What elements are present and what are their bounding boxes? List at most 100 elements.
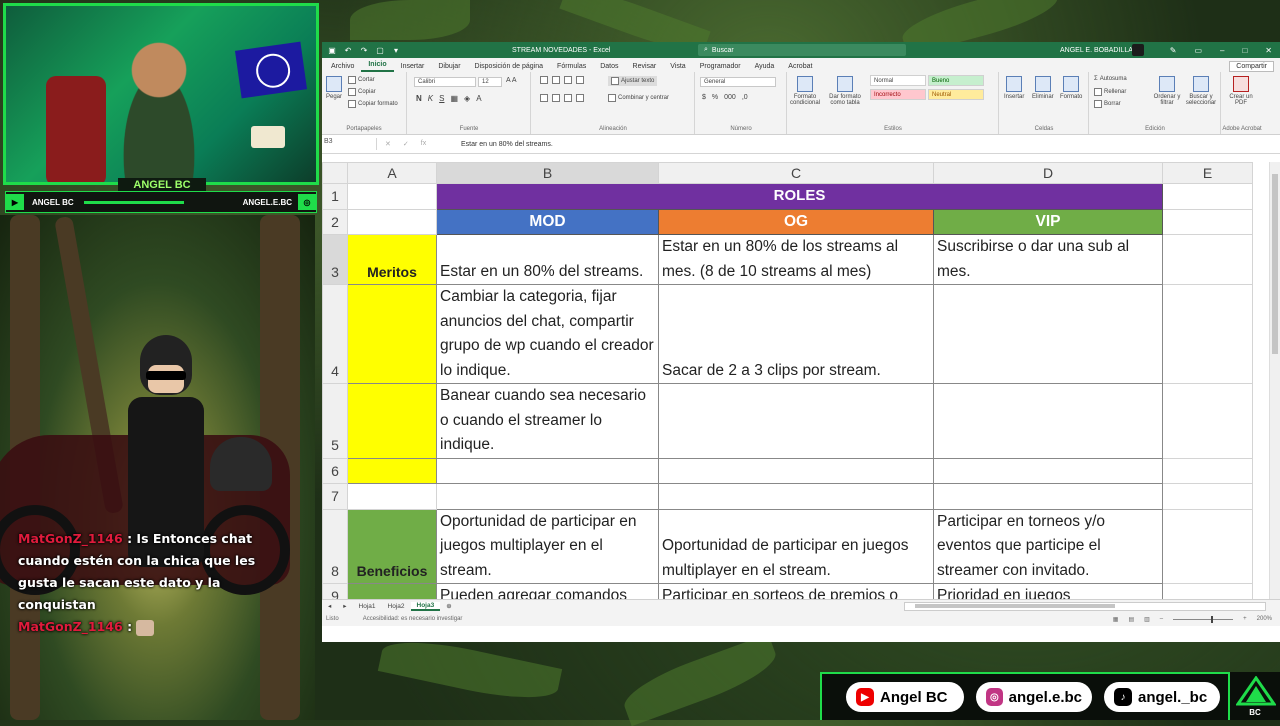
- zoom-in-icon[interactable]: +: [1243, 616, 1247, 622]
- normal-view-icon[interactable]: ▦: [1113, 616, 1119, 623]
- style-neutral[interactable]: Neutral: [928, 89, 984, 100]
- cell-a4[interactable]: [347, 284, 437, 384]
- cell-c3[interactable]: Estar en un 80% de los streams al mes. (…: [658, 234, 934, 285]
- font-size-select[interactable]: 12: [478, 77, 502, 87]
- row-header[interactable]: 7: [322, 483, 348, 510]
- cell-e4[interactable]: [1162, 284, 1253, 384]
- select-all[interactable]: [322, 162, 348, 184]
- spreadsheet-grid[interactable]: A B C D E 1 ROLES 2 MOD OG VIP 3 Meritos…: [322, 162, 1280, 599]
- style-bueno[interactable]: Bueno: [928, 75, 984, 86]
- function-icon[interactable]: fx: [421, 140, 426, 148]
- column-header[interactable]: B: [436, 162, 659, 184]
- tab-dibujar[interactable]: Dibujar: [431, 63, 467, 72]
- cell-a1[interactable]: [347, 183, 437, 210]
- align-top-icon[interactable]: [540, 76, 548, 84]
- scroll-thumb[interactable]: [915, 603, 1115, 608]
- customize-icon[interactable]: ▾: [392, 46, 400, 55]
- style-incorrecto[interactable]: Incorrecto: [870, 89, 926, 100]
- column-header[interactable]: C: [658, 162, 934, 184]
- cell-meritos[interactable]: Meritos: [347, 234, 437, 285]
- italic-button[interactable]: K: [428, 94, 433, 103]
- tab-formulas[interactable]: Fórmulas: [550, 63, 593, 72]
- tab-revisar[interactable]: Revisar: [626, 63, 664, 72]
- sheet-nav-left-icon[interactable]: ◂: [322, 602, 337, 610]
- currency-icon[interactable]: $: [702, 94, 706, 101]
- cell-vip[interactable]: VIP: [933, 208, 1163, 235]
- tab-vista[interactable]: Vista: [663, 63, 692, 72]
- accessibility-status[interactable]: Accesibilidad: es necesario investigar: [363, 616, 463, 622]
- add-sheet-icon[interactable]: ⊕: [440, 602, 457, 610]
- cell-b9[interactable]: Pueden agregar comandos: [436, 583, 659, 599]
- zoom-level[interactable]: 200%: [1257, 616, 1272, 622]
- style-normal[interactable]: Normal: [870, 75, 926, 86]
- sheet-nav-right-icon[interactable]: ▸: [337, 602, 352, 610]
- close-icon[interactable]: ✕: [1265, 46, 1272, 55]
- undo-icon[interactable]: ↶: [344, 46, 352, 55]
- fill-button[interactable]: Rellenar: [1094, 88, 1126, 96]
- row-header[interactable]: 1: [322, 183, 348, 210]
- maximize-icon[interactable]: □: [1242, 46, 1247, 55]
- horizontal-scrollbar[interactable]: [904, 601, 1266, 611]
- paste-button[interactable]: Pegar: [326, 76, 342, 100]
- formula-input[interactable]: Estar en un 80% del streams.: [455, 141, 553, 148]
- tab-datos[interactable]: Datos: [593, 63, 625, 72]
- avatar[interactable]: [1132, 44, 1144, 56]
- create-pdf-button[interactable]: Crear un PDF: [1226, 76, 1256, 106]
- cell-c6[interactable]: [658, 457, 934, 484]
- row-header[interactable]: 6: [322, 457, 348, 484]
- tab-archivo[interactable]: Archivo: [324, 63, 361, 72]
- wrap-text-button[interactable]: Ajustar texto: [608, 76, 658, 86]
- align-right-icon[interactable]: [564, 94, 572, 102]
- cell-og[interactable]: OG: [658, 208, 934, 235]
- cell-b4[interactable]: Cambiar la categoria, fijar anuncios del…: [436, 284, 659, 384]
- cell-e6[interactable]: [1162, 457, 1253, 484]
- sort-filter-button[interactable]: Ordenar y filtrar: [1152, 76, 1182, 106]
- column-header[interactable]: E: [1162, 162, 1253, 184]
- tab-programador[interactable]: Programador: [693, 63, 748, 72]
- cell-d8[interactable]: Participar en torneos y/o eventos que pa…: [933, 508, 1163, 584]
- cell-d9[interactable]: Prioridad en juegos: [933, 583, 1163, 599]
- format-as-table-button[interactable]: Dar formato como tabla: [824, 76, 866, 106]
- cell-b5[interactable]: Banear cuando sea necesario o cuando el …: [436, 383, 659, 459]
- tab-disposicion[interactable]: Disposición de página: [468, 63, 551, 72]
- cell-e1[interactable]: [1162, 183, 1253, 210]
- cell-b6[interactable]: [436, 457, 659, 484]
- font-grow-button[interactable]: A A: [506, 77, 517, 84]
- cell-d6[interactable]: [933, 457, 1163, 484]
- underline-button[interactable]: S: [439, 94, 444, 103]
- cell-e9[interactable]: [1162, 583, 1253, 599]
- row-header[interactable]: 2: [322, 208, 348, 235]
- new-file-icon[interactable]: ▢: [376, 46, 384, 55]
- autosum-button[interactable]: Σ Autosuma: [1094, 76, 1127, 82]
- borders-icon[interactable]: ▦: [450, 94, 458, 103]
- tab-insertar[interactable]: Insertar: [394, 63, 432, 72]
- cell-d3[interactable]: Suscribirse o dar una sub al mes.: [933, 234, 1163, 285]
- tab-inicio[interactable]: Inicio: [361, 61, 394, 72]
- cell-beneficios[interactable]: Beneficios: [347, 508, 437, 584]
- cell-mod[interactable]: MOD: [436, 208, 659, 235]
- cell-d7[interactable]: [933, 483, 1163, 510]
- row-header[interactable]: 5: [322, 383, 348, 459]
- font-color-icon[interactable]: A: [476, 94, 481, 103]
- cell-e7[interactable]: [1162, 483, 1253, 510]
- row-header[interactable]: 9: [322, 583, 348, 599]
- cell-d4[interactable]: [933, 284, 1163, 384]
- sheet-tab-hoja2[interactable]: Hoja2: [382, 603, 411, 610]
- conditional-format-button[interactable]: Formato condicional: [790, 76, 820, 106]
- name-box[interactable]: B3: [322, 138, 377, 150]
- format-cells-button[interactable]: Formato: [1060, 76, 1082, 100]
- save-icon[interactable]: ▣: [328, 46, 336, 55]
- cell-b7[interactable]: [436, 483, 659, 510]
- scroll-thumb[interactable]: [1272, 174, 1278, 354]
- cell-e2[interactable]: [1162, 208, 1253, 235]
- cell-b3[interactable]: Estar en un 80% del streams.: [436, 234, 659, 285]
- pen-icon[interactable]: ✎: [1170, 46, 1177, 55]
- column-header[interactable]: A: [347, 162, 437, 184]
- cell-c5[interactable]: [658, 383, 934, 459]
- orientation-icon[interactable]: [576, 76, 584, 84]
- ribbon-display-icon[interactable]: ▭: [1194, 46, 1202, 55]
- tab-acrobat[interactable]: Acrobat: [781, 63, 819, 72]
- sheet-tab-hoja3[interactable]: Hoja3: [410, 601, 441, 611]
- page-break-icon[interactable]: ▥: [1144, 616, 1150, 623]
- enter-icon[interactable]: ✓: [403, 140, 409, 148]
